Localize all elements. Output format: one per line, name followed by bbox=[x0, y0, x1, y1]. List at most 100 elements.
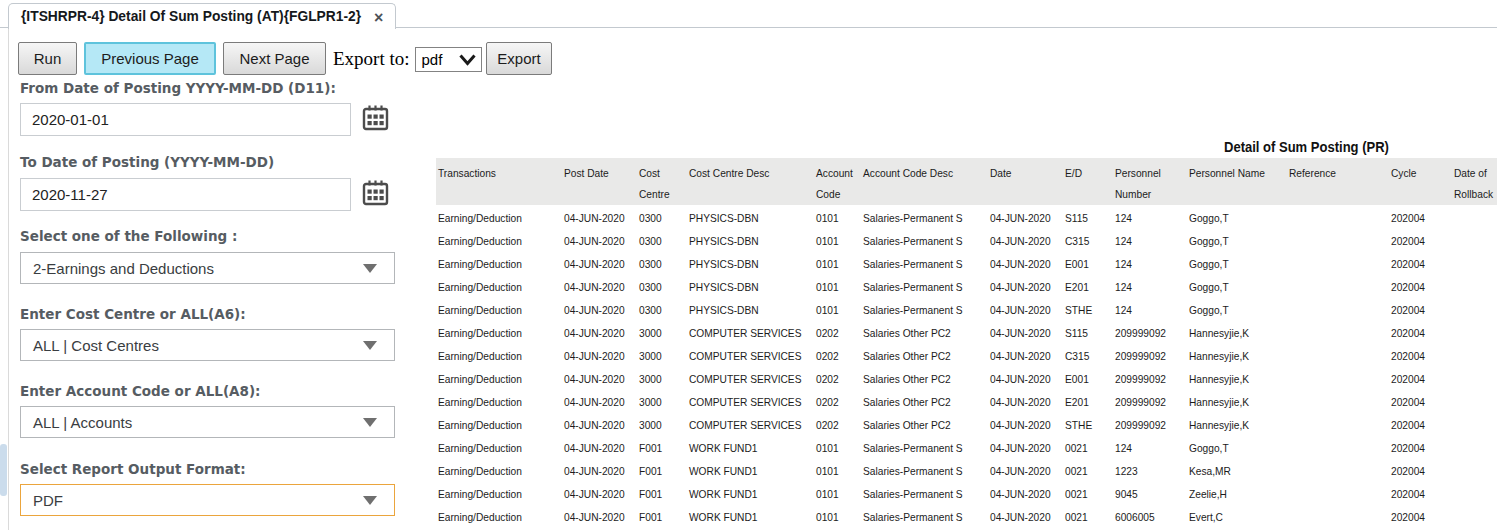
cell-transactions: Earning/Deduction bbox=[436, 205, 562, 228]
cell-personnel-name: Goggo,T bbox=[1187, 274, 1287, 297]
cell-personnel-number: 124 bbox=[1113, 251, 1187, 274]
from-date-input[interactable] bbox=[20, 103, 351, 136]
cell-cycle: 202004 bbox=[1389, 435, 1452, 458]
cell-cost-centre: 3000 bbox=[637, 412, 687, 435]
cell-date-of-rollback bbox=[1452, 274, 1497, 297]
report-table: TransactionsPost DateCost CentreCost Cen… bbox=[436, 158, 1497, 527]
cell-cost-centre: 0300 bbox=[637, 251, 687, 274]
tab-bar: {ITSHRPR-4} Detail Of Sum Posting (AT){F… bbox=[0, 0, 1497, 28]
cell-account-code-desc: Salaries-Permanent S bbox=[861, 435, 988, 458]
cell-cost-centre: 0300 bbox=[637, 274, 687, 297]
to-date-input[interactable] bbox=[20, 178, 351, 211]
cell-cost-centre-desc: COMPUTER SERVICES bbox=[687, 366, 814, 389]
cell-cycle: 202004 bbox=[1389, 366, 1452, 389]
cell-date-of-rollback bbox=[1452, 458, 1497, 481]
cell-cycle: 202004 bbox=[1389, 481, 1452, 504]
account-code-select[interactable]: ALL | Accounts bbox=[20, 406, 395, 438]
cell-cycle: 202004 bbox=[1389, 412, 1452, 435]
cell-date-of-rollback bbox=[1452, 389, 1497, 412]
cell-personnel-number: 124 bbox=[1113, 228, 1187, 251]
cell-account-code-desc: Salaries Other PC2 bbox=[861, 343, 988, 366]
column-header: Transactions bbox=[436, 158, 562, 205]
cell-cost-centre: F001 bbox=[637, 481, 687, 504]
cell-account-code-desc: Salaries Other PC2 bbox=[861, 389, 988, 412]
cell-date-of-rollback bbox=[1452, 504, 1497, 527]
cell-date: 04-JUN-2020 bbox=[988, 297, 1063, 320]
cell-personnel-name: Goggo,T bbox=[1187, 435, 1287, 458]
tab-report[interactable]: {ITSHRPR-4} Detail Of Sum Posting (AT){F… bbox=[8, 3, 396, 29]
export-format-select[interactable]: pdf bbox=[415, 47, 482, 72]
calendar-icon[interactable] bbox=[362, 179, 389, 206]
cell-post-date: 04-JUN-2020 bbox=[562, 435, 637, 458]
column-header: E/D bbox=[1063, 158, 1113, 205]
dropdown-arrow-icon bbox=[363, 341, 377, 350]
cell-account-code: 0101 bbox=[814, 481, 861, 504]
cell-post-date: 04-JUN-2020 bbox=[562, 343, 637, 366]
cell-reference bbox=[1287, 435, 1389, 458]
cell-date-of-rollback bbox=[1452, 205, 1497, 228]
column-header: Post Date bbox=[562, 158, 637, 205]
cell-personnel-name: Kesa,MR bbox=[1187, 458, 1287, 481]
cell-cost-centre: 0300 bbox=[637, 205, 687, 228]
previous-page-button[interactable]: Previous Page bbox=[84, 42, 216, 75]
dropdown-arrow-icon bbox=[363, 496, 377, 505]
cell-date-of-rollback bbox=[1452, 366, 1497, 389]
column-header: Cycle bbox=[1389, 158, 1452, 205]
cell-cycle: 202004 bbox=[1389, 504, 1452, 527]
output-format-select[interactable]: PDF bbox=[20, 484, 395, 516]
cell-post-date: 04-JUN-2020 bbox=[562, 274, 637, 297]
cell-transactions: Earning/Deduction bbox=[436, 251, 562, 274]
toolbar: Run Previous Page Next Page Export to: p… bbox=[18, 42, 559, 75]
left-scrollbar-thumb[interactable] bbox=[0, 444, 7, 496]
cell-post-date: 04-JUN-2020 bbox=[562, 228, 637, 251]
cell-cycle: 202004 bbox=[1389, 228, 1452, 251]
cell-post-date: 04-JUN-2020 bbox=[562, 504, 637, 527]
cell-transactions: Earning/Deduction bbox=[436, 343, 562, 366]
run-button[interactable]: Run bbox=[18, 42, 77, 75]
cell-cost-centre-desc: PHYSICS-DBN bbox=[687, 274, 814, 297]
cell-reference bbox=[1287, 458, 1389, 481]
table-row: Earning/Deduction 04-JUN-2020 3000 COMPU… bbox=[436, 366, 1497, 389]
cell-cost-centre-desc: WORK FUND1 bbox=[687, 458, 814, 481]
cell-date: 04-JUN-2020 bbox=[988, 504, 1063, 527]
next-page-button[interactable]: Next Page bbox=[223, 42, 326, 75]
cell-personnel-name: Goggo,T bbox=[1187, 251, 1287, 274]
chevron-down-icon bbox=[459, 54, 476, 66]
cell-transactions: Earning/Deduction bbox=[436, 435, 562, 458]
account-code-value: ALL | Accounts bbox=[33, 414, 132, 431]
dropdown-arrow-icon bbox=[363, 264, 377, 273]
cell-personnel-number: 209999092 bbox=[1113, 412, 1187, 435]
from-date-label: From Date of Posting YYYY-MM-DD (D11): bbox=[20, 80, 336, 97]
cell-personnel-number: 209999092 bbox=[1113, 343, 1187, 366]
cost-centre-value: ALL | Cost Centres bbox=[33, 337, 159, 354]
cell-ed: STHE bbox=[1063, 297, 1113, 320]
close-icon[interactable]: × bbox=[374, 8, 383, 26]
table-row: Earning/Deduction 04-JUN-2020 3000 COMPU… bbox=[436, 389, 1497, 412]
table-row: Earning/Deduction 04-JUN-2020 0300 PHYSI… bbox=[436, 205, 1497, 228]
table-row: Earning/Deduction 04-JUN-2020 F001 WORK … bbox=[436, 504, 1497, 527]
cell-cycle: 202004 bbox=[1389, 458, 1452, 481]
cell-transactions: Earning/Deduction bbox=[436, 320, 562, 343]
category-select[interactable]: 2-Earnings and Deductions bbox=[20, 252, 395, 284]
cell-ed: STHE bbox=[1063, 412, 1113, 435]
cost-centre-select[interactable]: ALL | Cost Centres bbox=[20, 329, 395, 361]
cell-date-of-rollback bbox=[1452, 435, 1497, 458]
cell-ed: C315 bbox=[1063, 228, 1113, 251]
cell-date: 04-JUN-2020 bbox=[988, 366, 1063, 389]
cell-account-code: 0101 bbox=[814, 251, 861, 274]
cell-cost-centre: F001 bbox=[637, 435, 687, 458]
calendar-icon[interactable] bbox=[362, 104, 389, 131]
cell-post-date: 04-JUN-2020 bbox=[562, 366, 637, 389]
column-header: Reference bbox=[1287, 158, 1389, 205]
cell-ed: E201 bbox=[1063, 389, 1113, 412]
cell-date: 04-JUN-2020 bbox=[988, 205, 1063, 228]
cell-cycle: 202004 bbox=[1389, 205, 1452, 228]
report-table-header: TransactionsPost DateCost CentreCost Cen… bbox=[436, 158, 1497, 205]
cell-date-of-rollback bbox=[1452, 320, 1497, 343]
export-button[interactable]: Export bbox=[486, 42, 552, 75]
cell-account-code-desc: Salaries-Permanent S bbox=[861, 251, 988, 274]
cell-cost-centre: 3000 bbox=[637, 389, 687, 412]
cell-post-date: 04-JUN-2020 bbox=[562, 481, 637, 504]
cell-post-date: 04-JUN-2020 bbox=[562, 458, 637, 481]
cell-transactions: Earning/Deduction bbox=[436, 504, 562, 527]
